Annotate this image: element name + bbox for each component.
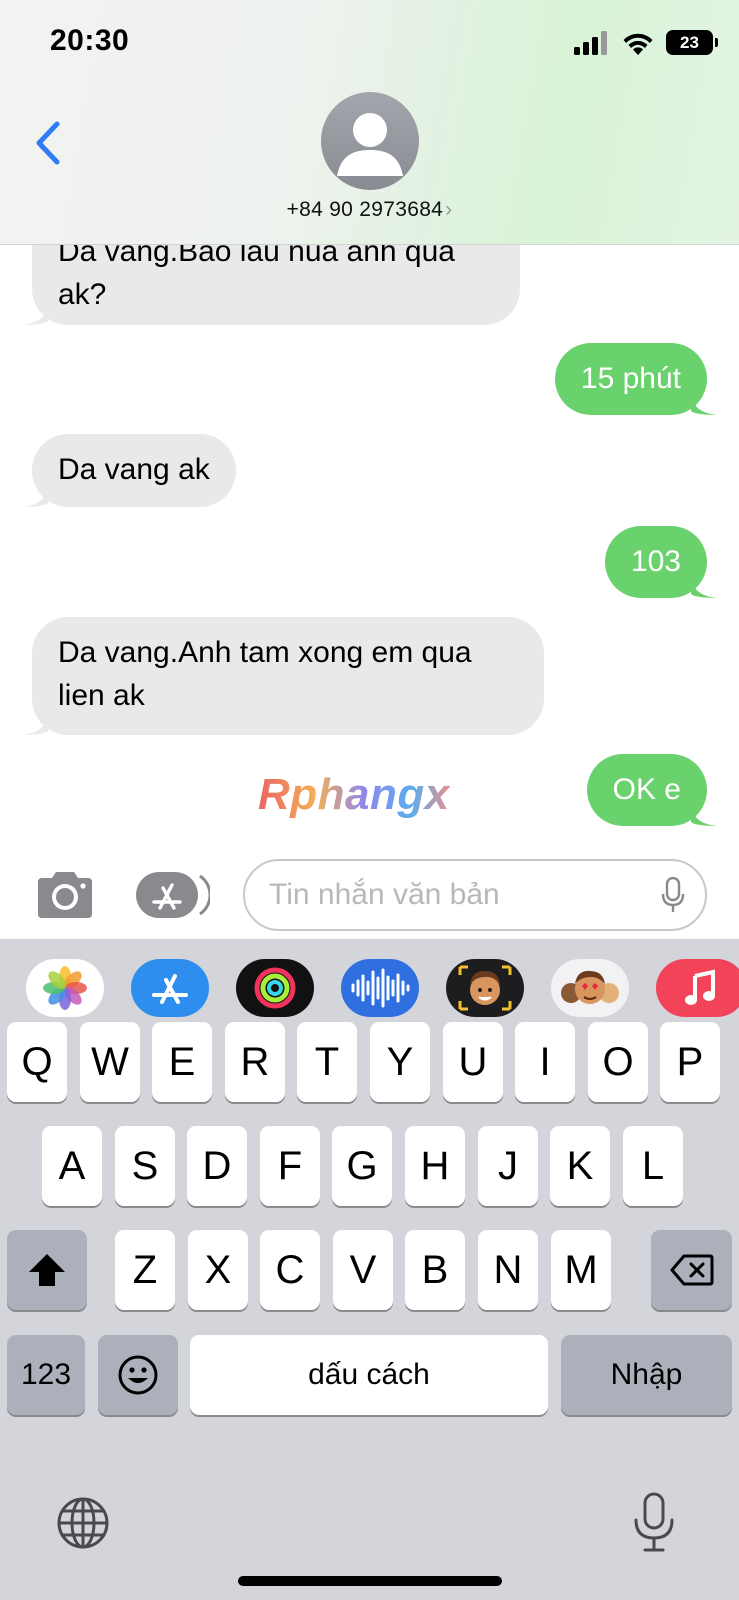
memoji-stickers-app[interactable] [551, 959, 629, 1017]
key-n[interactable]: N [478, 1230, 538, 1310]
key-k[interactable]: K [550, 1126, 610, 1206]
music-icon [685, 969, 715, 1005]
photos-app[interactable] [26, 959, 104, 1017]
message-text: 15 phút [580, 362, 681, 395]
keyboard: 123 dấu cách Nhập QWERTYUIOP ASDFGHJKL ZXC… [0, 939, 739, 1600]
key-o[interactable]: O [588, 1022, 648, 1102]
photos-icon [43, 966, 87, 1010]
status-time: 20:30 [50, 24, 130, 57]
chevron-right-icon: › [445, 198, 453, 221]
battery-level: 23 [680, 32, 699, 52]
key-a[interactable]: A [42, 1126, 102, 1206]
key-c[interactable]: C [260, 1230, 320, 1310]
key-h[interactable]: H [405, 1126, 465, 1206]
message-input[interactable] [269, 873, 649, 917]
memoji-icon [458, 965, 512, 1011]
bubble-tail [22, 483, 48, 507]
microphone-icon[interactable] [661, 877, 685, 915]
key-g[interactable]: G [332, 1126, 392, 1206]
key-w[interactable]: W [80, 1022, 140, 1102]
key-v[interactable]: V [333, 1230, 393, 1310]
key-x[interactable]: X [188, 1230, 248, 1310]
key-u[interactable]: U [443, 1022, 503, 1102]
key-p[interactable]: P [660, 1022, 720, 1102]
key-t[interactable]: T [297, 1022, 357, 1102]
home-indicator[interactable] [238, 1576, 502, 1586]
backspace-key[interactable] [651, 1230, 732, 1310]
apps-button[interactable] [136, 872, 212, 918]
watermark: Rphangx [258, 770, 450, 819]
key-e[interactable]: E [152, 1022, 212, 1102]
battery-icon: 23 [666, 30, 718, 55]
bubble-tail [691, 802, 717, 826]
contact-number: +84 90 2973684 [286, 198, 444, 221]
globe-icon[interactable] [56, 1496, 110, 1550]
conversation-header: 20:30 23 +84 90 2973684› [0, 0, 739, 245]
contact-name[interactable]: +84 90 2973684› [0, 198, 739, 222]
app-store-icon [136, 872, 212, 918]
audio-message-app[interactable] [341, 959, 419, 1017]
bubble-tail [22, 301, 48, 325]
message-text: Da vang.Bao lau nua anh qua ak? [58, 235, 455, 311]
bubble-tail [691, 391, 717, 415]
return-key[interactable]: Nhập [561, 1335, 732, 1415]
message-text: 103 [630, 545, 681, 578]
status-icons: 23 [574, 30, 718, 55]
music-app[interactable] [656, 959, 739, 1017]
key-j[interactable]: J [478, 1126, 538, 1206]
wifi-icon [623, 33, 653, 55]
back-button[interactable] [28, 118, 68, 168]
backspace-icon [670, 1254, 713, 1286]
shift-key[interactable] [7, 1230, 87, 1310]
camera-button[interactable] [34, 870, 96, 920]
memoji-app[interactable] [446, 959, 524, 1017]
app-store-app[interactable] [131, 959, 209, 1017]
shift-icon [29, 1254, 65, 1286]
key-q[interactable]: Q [7, 1022, 67, 1102]
key-s[interactable]: S [115, 1126, 175, 1206]
activity-app[interactable] [236, 959, 314, 1017]
message-outgoing[interactable]: 103 [604, 526, 717, 598]
bubble-tail [22, 711, 48, 735]
imessage-app-strip [0, 959, 739, 1021]
emoji-key[interactable] [98, 1335, 178, 1415]
key-b[interactable]: B [405, 1230, 465, 1310]
key-r[interactable]: R [225, 1022, 285, 1102]
activity-icon [254, 967, 296, 1009]
space-key[interactable]: dấu cách [190, 1335, 548, 1415]
key-z[interactable]: Z [115, 1230, 175, 1310]
key-y[interactable]: Y [370, 1022, 430, 1102]
dictation-microphone-icon[interactable] [632, 1492, 676, 1554]
message-input-field[interactable] [243, 859, 707, 931]
numbers-key[interactable]: 123 [7, 1335, 85, 1415]
app-store-icon [152, 974, 188, 1004]
key-i[interactable]: I [515, 1022, 575, 1102]
message-outgoing[interactable]: 15 phút [554, 343, 717, 415]
message-incoming[interactable]: Da vang ak [22, 434, 236, 507]
input-bar [0, 850, 739, 939]
camera-icon [38, 872, 92, 918]
key-l[interactable]: L [623, 1126, 683, 1206]
emoji-icon [118, 1355, 158, 1395]
message-text: OK e [612, 773, 681, 806]
chevron-left-icon [36, 121, 60, 165]
person-icon [337, 113, 403, 176]
contact-avatar[interactable] [321, 92, 419, 190]
key-m[interactable]: M [551, 1230, 611, 1310]
bubble-tail [691, 574, 717, 598]
message-outgoing[interactable]: OK e [586, 754, 717, 826]
message-incoming[interactable]: Da vang.Anh tam xong em qua lien ak [22, 617, 544, 735]
message-text: Da vang ak [58, 453, 210, 486]
cellular-signal-icon [574, 30, 607, 55]
key-f[interactable]: F [260, 1126, 320, 1206]
key-d[interactable]: D [187, 1126, 247, 1206]
memoji-stickers-icon [561, 970, 619, 1004]
message-text: Da vang.Anh tam xong em qua lien ak [58, 636, 472, 712]
audio-message-icon [351, 968, 410, 1008]
